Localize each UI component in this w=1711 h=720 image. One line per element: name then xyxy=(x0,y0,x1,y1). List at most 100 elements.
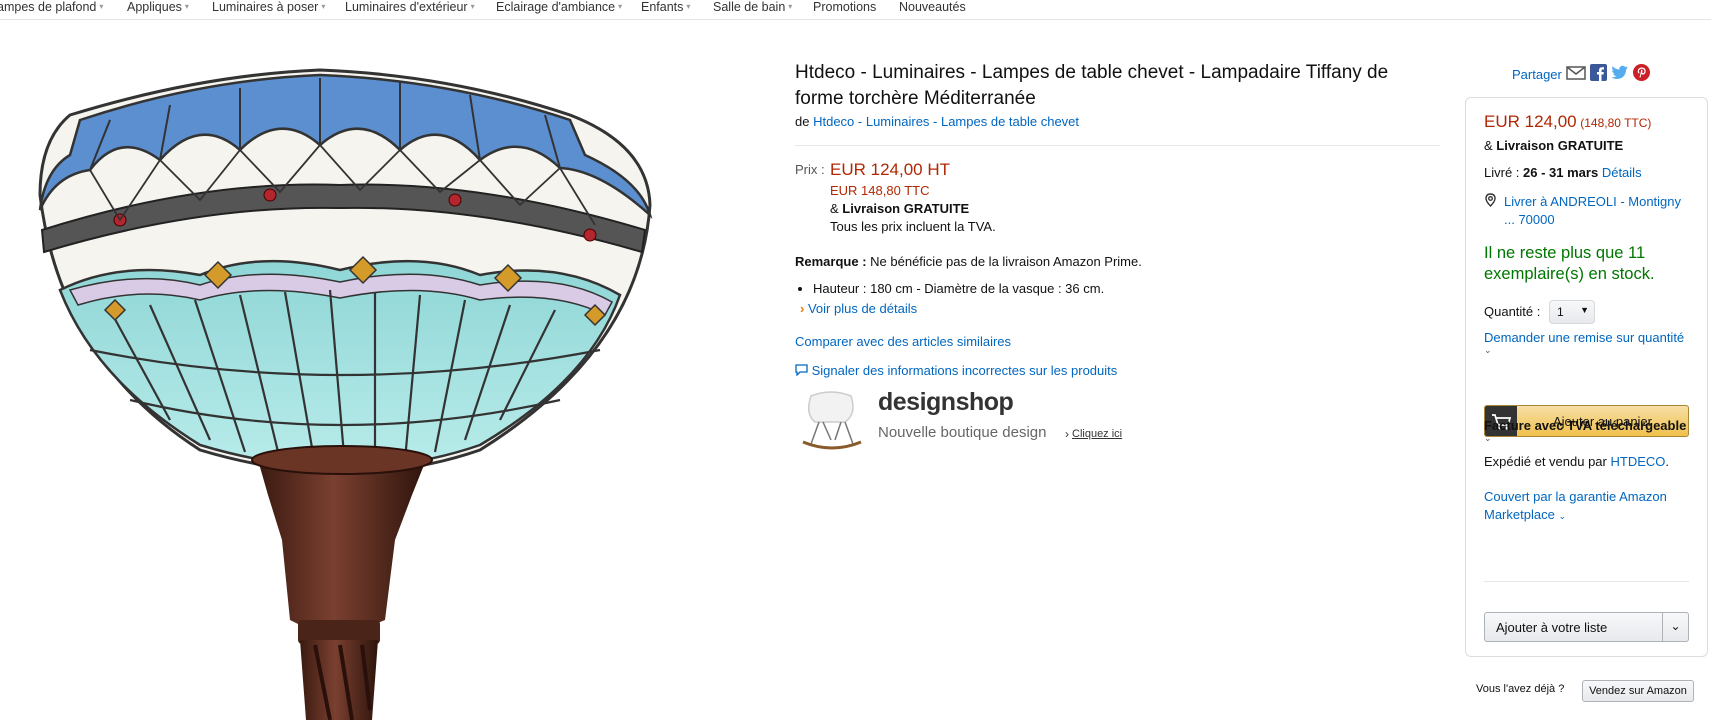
quantity-label: Quantité : xyxy=(1484,304,1541,319)
nav-item-plafond[interactable]: ampes de plafond ▾ xyxy=(0,0,103,14)
brand-link[interactable]: Htdeco - Luminaires - Lampes de table ch… xyxy=(813,114,1079,129)
caret-down-icon: ▾ xyxy=(321,2,326,11)
feature-bullet: Hauteur : 180 cm - Diamètre de la vasque… xyxy=(813,281,1445,296)
bulk-discount[interactable]: Demander une remise sur quantité ⌄ xyxy=(1484,330,1694,356)
buybox-free-delivery: Livraison GRATUITE xyxy=(1496,138,1624,153)
caret-down-icon: ▾ xyxy=(788,2,793,11)
product-details: Htdeco - Luminaires - Lampes de table ch… xyxy=(795,60,1445,456)
report-section: Signaler des informations incorrectes su… xyxy=(795,363,1445,378)
more-details[interactable]: › Voir plus de détails xyxy=(800,301,1445,316)
quantity-select[interactable]: 1 ▼ xyxy=(1549,300,1595,324)
designshop-cta[interactable]: Cliquez ici xyxy=(1072,428,1122,440)
quantity-value: 1 xyxy=(1557,305,1564,319)
buy-box: EUR 124,00 (148,80 TTC) & Livraison GRAT… xyxy=(1465,97,1708,657)
mail-icon[interactable] xyxy=(1566,65,1586,84)
buybox-price: EUR 124,00 xyxy=(1484,112,1577,131)
nav-item-nouveautes[interactable]: Nouveautés xyxy=(899,0,966,14)
compare-link[interactable]: Comparer avec des articles similaires xyxy=(795,334,1011,349)
remark: Remarque : Ne bénéficie pas de la livrai… xyxy=(795,254,1445,269)
remark-text: Ne bénéficie pas de la livraison Amazon … xyxy=(870,254,1142,269)
twitter-icon[interactable] xyxy=(1611,65,1629,84)
bulk-discount-link[interactable]: Demander une remise sur quantité xyxy=(1484,330,1684,345)
remark-label: Remarque : xyxy=(795,254,867,269)
seller-link[interactable]: HTDECO xyxy=(1611,454,1666,469)
invoice-label: Facture avec TVA téléchargeable xyxy=(1484,418,1687,433)
compare-section: Comparer avec des articles similaires xyxy=(795,334,1445,349)
nav-label: Salle de bain xyxy=(713,0,786,14)
designshop-brand: designshop xyxy=(878,388,1014,416)
chevron-right-icon: › xyxy=(800,301,805,316)
rocking-chair-icon xyxy=(802,391,862,450)
free-delivery: Livraison GRATUITE xyxy=(842,201,970,216)
nav-item-salle-de-bain[interactable]: Salle de bain ▾ xyxy=(713,0,792,14)
price-label: Prix : xyxy=(795,162,825,177)
add-to-list-button[interactable]: Ajouter à votre liste ⌄ xyxy=(1484,612,1689,642)
nav-item-enfants[interactable]: Enfants ▾ xyxy=(641,0,690,14)
share-bar: Partager xyxy=(1512,64,1650,84)
nav-item-exterieur[interactable]: Luminaires d'extérieur ▾ xyxy=(345,0,475,14)
report-link[interactable]: Signaler des informations incorrectes su… xyxy=(812,363,1118,378)
designshop-banner[interactable]: designshop Nouvelle boutique design › Cl… xyxy=(795,386,1445,456)
tiffany-lamp-image xyxy=(38,68,653,720)
caret-down-icon: ▾ xyxy=(470,2,475,11)
caret-down-icon: ▼ xyxy=(1580,305,1589,315)
buybox-delivery: & Livraison GRATUITE xyxy=(1484,138,1623,153)
delivered-dates: 26 - 31 mars xyxy=(1523,165,1599,180)
chevron-right-icon: › xyxy=(1065,427,1069,441)
nav-item-ambiance[interactable]: Eclairage d'ambiance ▾ xyxy=(496,0,622,14)
nav-item-appliques[interactable]: Appliques ▾ xyxy=(127,0,189,14)
caret-down-icon: ▾ xyxy=(618,2,623,11)
byline-prefix: de xyxy=(795,114,810,129)
price-block: Prix : EUR 124,00 HT EUR 148,80 TTC & Li… xyxy=(795,160,1445,252)
facebook-icon[interactable] xyxy=(1589,64,1607,84)
product-image[interactable] xyxy=(0,20,700,720)
shipped-prefix: Expédié et vendu par xyxy=(1484,454,1607,469)
chevron-down-icon: ⌄ xyxy=(1484,433,1492,443)
stock-status: Il ne reste plus que 11 exemplaire(s) en… xyxy=(1484,244,1655,283)
buybox-price-row: EUR 124,00 (148,80 TTC) xyxy=(1484,112,1651,132)
caret-down-icon: ▾ xyxy=(686,2,691,11)
sell-question: Vous l'avez déjà ? xyxy=(1476,683,1565,695)
add-to-list-label: Ajouter à votre liste xyxy=(1496,620,1608,635)
byline: de Htdeco - Luminaires - Lampes de table… xyxy=(795,114,1445,129)
nav-label: Luminaires d'extérieur xyxy=(345,0,468,14)
seller-info: Expédié et vendu par HTDECO. xyxy=(1484,454,1670,469)
delivered-label: Livré : xyxy=(1484,165,1520,180)
category-nav: ampes de plafond ▾ Appliques ▾ Luminaires … xyxy=(0,0,1711,20)
nav-label: Luminaires à poser xyxy=(212,0,319,14)
delivery-prefix: & xyxy=(830,201,839,216)
caret-down-icon: ▾ xyxy=(184,2,189,11)
pinterest-icon[interactable] xyxy=(1632,64,1650,84)
deliver-to-link[interactable]: Livrer à ANDREOLI - Montigny ... 70000 xyxy=(1504,193,1689,229)
comment-icon xyxy=(795,363,812,378)
guarantee-link[interactable]: Couvert par la garantie Amazon Marketpla… xyxy=(1484,489,1667,522)
delivery-dates: Livré : 26 - 31 mars Détails xyxy=(1484,165,1642,180)
caret-down-icon: ▾ xyxy=(99,2,104,11)
divider xyxy=(795,145,1440,146)
chevron-down-icon: ⌄ xyxy=(1484,345,1492,355)
designshop-tagline: Nouvelle boutique design xyxy=(878,424,1047,441)
delivery-prefix: & xyxy=(1484,138,1493,153)
more-details-link[interactable]: Voir plus de détails xyxy=(808,301,917,316)
nav-item-promotions[interactable]: Promotions xyxy=(813,0,876,14)
divider xyxy=(1484,581,1689,582)
share-link[interactable]: Partager xyxy=(1512,67,1562,82)
guarantee[interactable]: Couvert par la garantie Amazon Marketpla… xyxy=(1484,488,1689,525)
tva-note: Tous les prix incluent la TVA. xyxy=(830,219,996,234)
nav-label: ampes de plafond xyxy=(0,0,97,14)
price-ttc: EUR 148,80 TTC xyxy=(830,183,930,198)
sell-on-amazon-button[interactable]: Vendez sur Amazon xyxy=(1582,680,1694,702)
nav-label: Eclairage d'ambiance xyxy=(496,0,616,14)
details-link[interactable]: Détails xyxy=(1602,165,1642,180)
price-ht: EUR 124,00 HT xyxy=(830,160,950,179)
feature-bullets: Hauteur : 180 cm - Diamètre de la vasque… xyxy=(813,281,1445,296)
nav-label: Enfants xyxy=(641,0,684,14)
buybox-price-ttc: (148,80 TTC) xyxy=(1580,116,1652,130)
deliver-to[interactable]: Livrer à ANDREOLI - Montigny ... 70000 xyxy=(1484,193,1689,229)
product-title: Htdeco - Luminaires - Lampes de table ch… xyxy=(795,62,1389,109)
chevron-down-icon: ⌄ xyxy=(1558,511,1566,521)
nav-item-luminaires-poser[interactable]: Luminaires à poser ▾ xyxy=(212,0,325,14)
chevron-down-icon[interactable]: ⌄ xyxy=(1662,613,1688,641)
invoice-row[interactable]: Facture avec TVA téléchargeable ⌄ xyxy=(1484,418,1694,444)
location-pin-icon xyxy=(1484,193,1497,210)
